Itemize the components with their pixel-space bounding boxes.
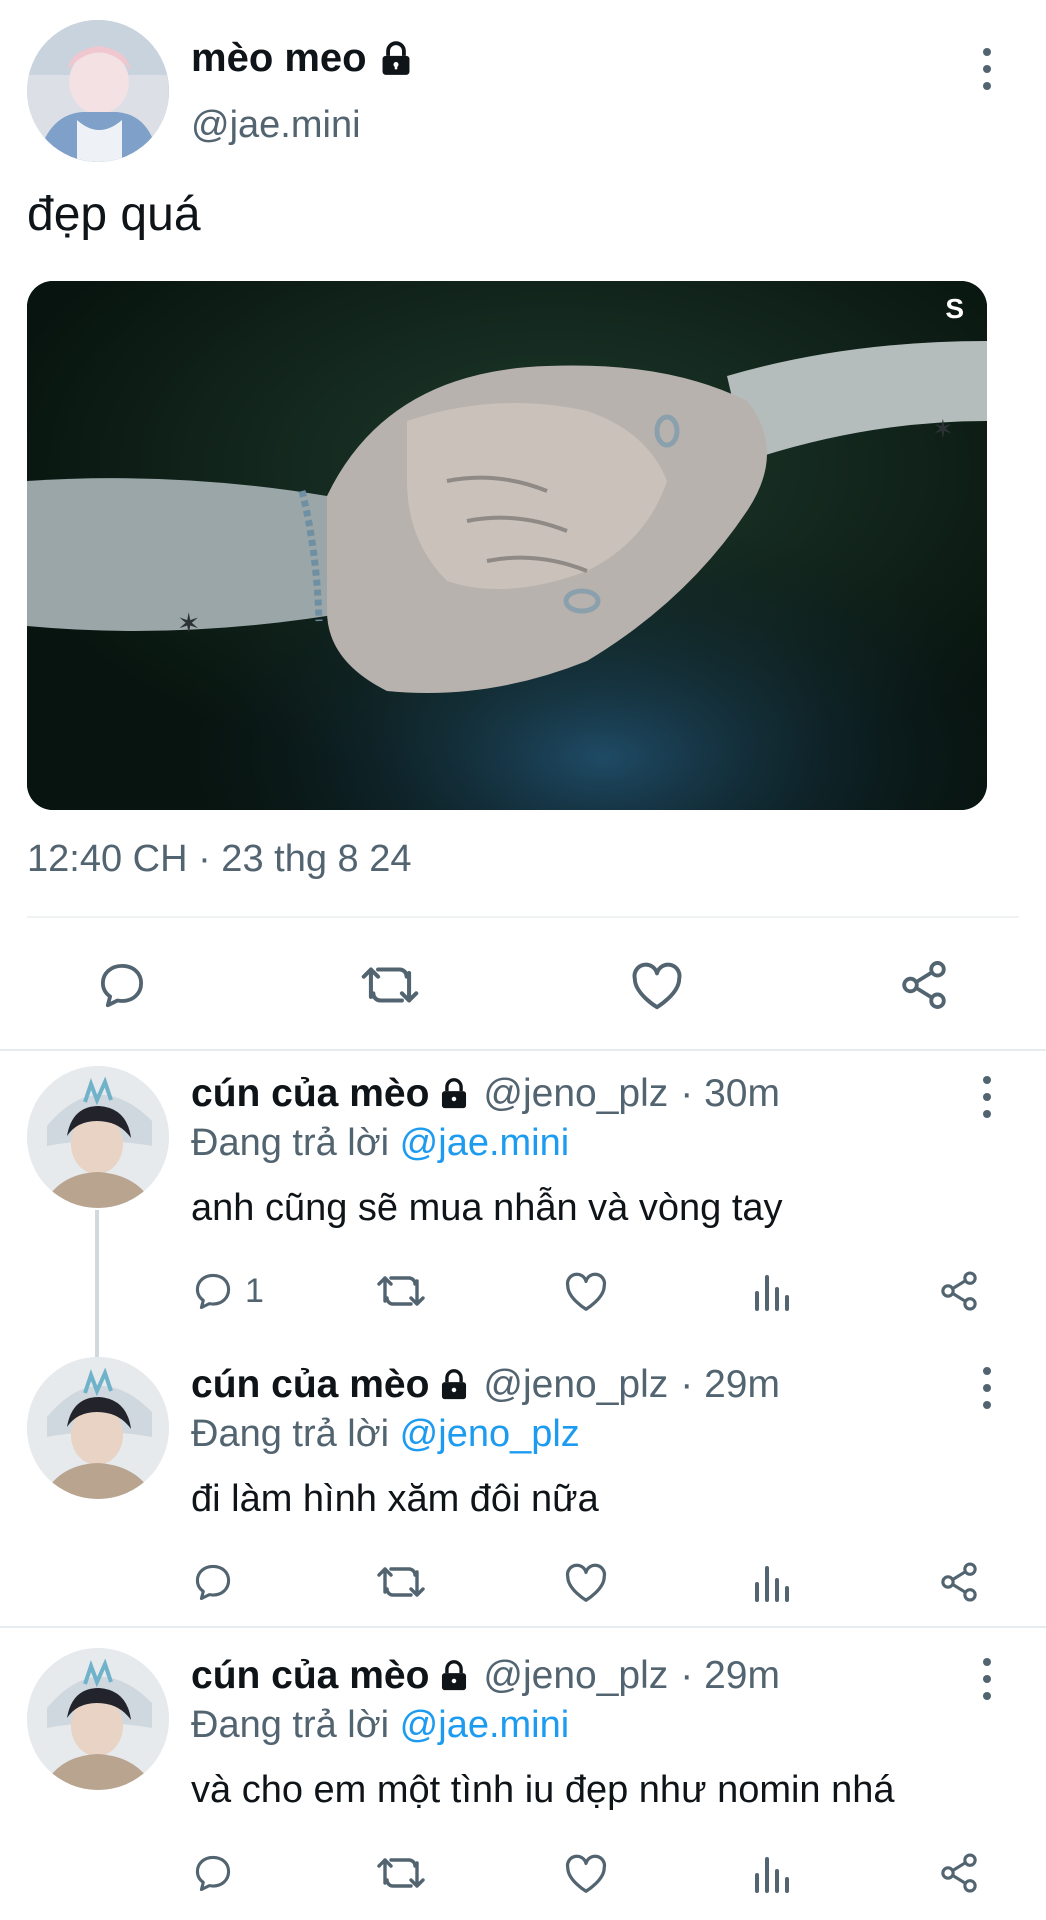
more-icon[interactable] [977, 1076, 997, 1118]
share-icon [941, 1271, 977, 1311]
like-button[interactable] [563, 1557, 609, 1607]
share-button[interactable] [937, 1557, 981, 1607]
reply-header: cún của mèo @jeno_plz · 29m [191, 1654, 780, 1698]
replying-mention[interactable]: @jae.mini [400, 1122, 570, 1164]
replying-prefix: Đang trả lời [191, 1413, 390, 1455]
retweet-button[interactable] [375, 1557, 427, 1607]
watermark: S [945, 293, 965, 324]
reply-author-name[interactable]: cún của mèo [191, 1363, 471, 1407]
share-button[interactable] [937, 1266, 981, 1316]
retweet-button[interactable] [358, 955, 422, 1015]
reply-author-handle[interactable]: @jeno_plz [483, 1363, 668, 1407]
lock-icon [442, 1660, 467, 1691]
retweet-icon [377, 1567, 425, 1597]
views-icon [755, 1566, 789, 1602]
like-button[interactable] [563, 1848, 609, 1898]
author-name[interactable]: mèo meo [191, 36, 415, 81]
like-button[interactable] [627, 955, 687, 1015]
reply-button[interactable] [191, 1557, 235, 1607]
reply-count: 1 [245, 1271, 264, 1310]
views-button[interactable] [751, 1266, 791, 1316]
views-icon [755, 1275, 789, 1311]
reply-author-handle[interactable]: @jeno_plz [483, 1072, 668, 1116]
reply-text: và cho em một tình iu đẹp như nomin nhá [191, 1769, 895, 1811]
replying-mention[interactable]: @jeno_plz [400, 1413, 580, 1455]
replying-to: Đang trả lời @jae.mini [191, 1704, 569, 1747]
views-button[interactable] [751, 1557, 791, 1607]
retweet-button[interactable] [375, 1848, 427, 1898]
lock-icon [442, 1369, 467, 1400]
reply-icon [100, 963, 144, 1008]
replying-prefix: Đang trả lời [191, 1122, 390, 1164]
lock-icon [382, 40, 410, 75]
more-icon[interactable] [977, 48, 997, 90]
retweet-icon [361, 967, 419, 1003]
retweet-icon [377, 1858, 425, 1888]
reply-text: đi làm hình xăm đôi nữa [191, 1478, 599, 1520]
divider [27, 916, 1019, 918]
reply-avatar[interactable] [27, 1357, 169, 1499]
thread-connector [95, 1210, 99, 1358]
share-icon [902, 961, 946, 1009]
retweet-icon [377, 1276, 425, 1306]
section-divider [0, 1626, 1046, 1628]
section-divider [0, 1049, 1046, 1051]
retweet-button[interactable] [375, 1266, 427, 1316]
tweet-media-image[interactable]: ✶ ✶ S [27, 281, 987, 810]
reply-text: anh cũng sẽ mua nhẫn và vòng tay [191, 1187, 783, 1229]
author-name-text: mèo meo [191, 36, 367, 80]
like-button[interactable] [563, 1266, 609, 1316]
reply-age: · 29m [680, 1654, 780, 1697]
reply-icon [195, 1564, 231, 1601]
replying-mention[interactable]: @jae.mini [400, 1704, 570, 1746]
reply-header: cún của mèo @jeno_plz · 29m [191, 1363, 780, 1407]
like-icon [565, 1563, 607, 1602]
like-icon [565, 1272, 607, 1311]
tweet-timestamp[interactable]: 12:40 CH · 23 thg 8 24 [27, 838, 411, 881]
share-button[interactable] [894, 955, 954, 1015]
reply-button[interactable] [191, 1848, 235, 1898]
author-avatar[interactable] [27, 20, 169, 162]
reply-button[interactable]: 1 [191, 1266, 264, 1316]
like-icon [565, 1854, 607, 1893]
reply-button[interactable] [92, 955, 152, 1015]
reply-author-name-text: cún của mèo [191, 1654, 430, 1697]
replying-to: Đang trả lời @jae.mini [191, 1122, 569, 1165]
replying-to: Đang trả lời @jeno_plz [191, 1413, 580, 1456]
reply-actions [191, 1848, 991, 1898]
share-icon [941, 1853, 977, 1893]
reply-age: · 30m [680, 1072, 780, 1115]
lock-icon [442, 1078, 467, 1109]
more-icon[interactable] [977, 1367, 997, 1409]
svg-text:✶: ✶ [177, 607, 200, 640]
like-icon [632, 962, 682, 1010]
author-handle[interactable]: @jae.mini [191, 104, 361, 147]
svg-text:✶: ✶ [932, 415, 954, 445]
reply-avatar[interactable] [27, 1648, 169, 1790]
share-button[interactable] [937, 1848, 981, 1898]
reply-icon [195, 1855, 231, 1892]
reply-author-name-text: cún của mèo [191, 1072, 430, 1115]
reply-author-name[interactable]: cún của mèo [191, 1072, 471, 1116]
reply-icon [195, 1273, 231, 1310]
tweet-text: đẹp quá [27, 188, 201, 241]
reply-header: cún của mèo @jeno_plz · 30m [191, 1072, 780, 1116]
reply-avatar[interactable] [27, 1066, 169, 1208]
reply-age: · 29m [680, 1363, 780, 1406]
replying-prefix: Đang trả lời [191, 1704, 390, 1746]
share-icon [941, 1562, 977, 1602]
views-button[interactable] [751, 1848, 791, 1898]
reply-actions [191, 1557, 991, 1607]
more-icon[interactable] [977, 1658, 997, 1700]
reply-author-name[interactable]: cún của mèo [191, 1654, 471, 1698]
reply-actions: 1 [191, 1266, 991, 1316]
reply-author-handle[interactable]: @jeno_plz [483, 1654, 668, 1698]
reply-author-name-text: cún của mèo [191, 1363, 430, 1406]
views-icon [755, 1857, 789, 1893]
